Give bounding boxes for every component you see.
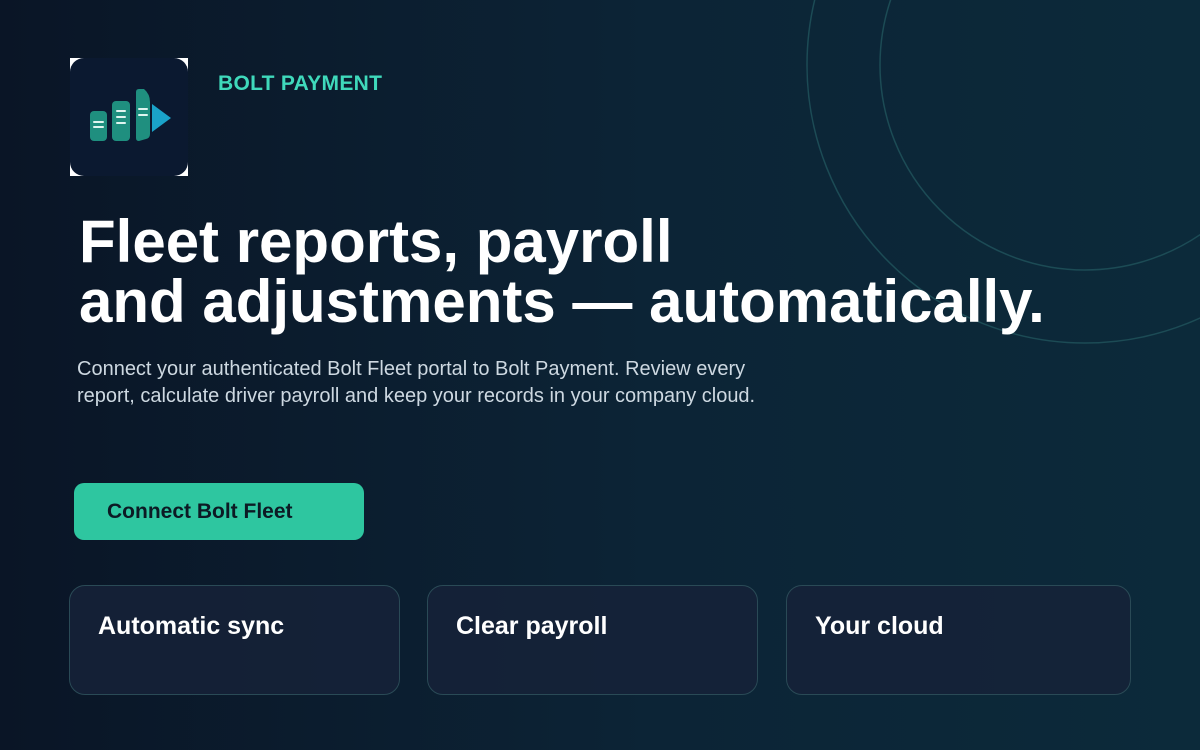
logo-arrow <box>152 104 171 132</box>
hero-subtitle: Connect your authenticated Bolt Fleet po… <box>77 358 756 407</box>
brand-logo <box>70 58 188 176</box>
bolt-payment-logo-icon <box>70 58 188 176</box>
feature-card-clear-payroll: Clear payroll <box>427 585 758 695</box>
feature-card-title: Clear payroll <box>456 612 608 640</box>
feature-card-title: Automatic sync <box>98 612 285 640</box>
feature-card-your-cloud: Your cloud <box>786 585 1131 695</box>
hero-headline: Fleet reports, payroll and adjustments —… <box>79 212 1045 332</box>
hero-headline-line-2: and adjustments — automatically. <box>79 268 1045 335</box>
brand-name: BOLT PAYMENT <box>218 72 383 95</box>
hero-headline-line-1: Fleet reports, payroll <box>79 208 673 275</box>
feature-card-automatic-sync: Automatic sync <box>69 585 400 695</box>
logo-bar-2 <box>112 101 130 141</box>
connect-bolt-fleet-button[interactable]: Connect Bolt Fleet <box>74 483 364 540</box>
feature-card-title: Your cloud <box>815 612 944 640</box>
